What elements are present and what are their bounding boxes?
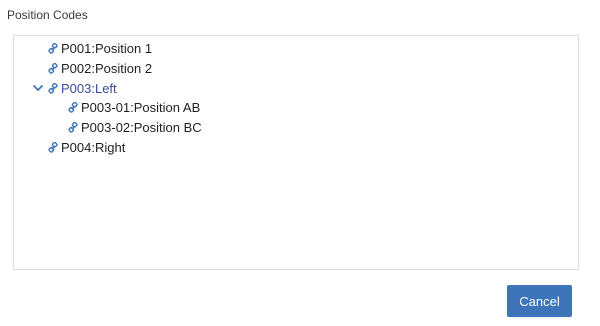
cancel-button[interactable]: Cancel xyxy=(507,285,572,317)
tree-node-p003-02[interactable]: P003-02:Position BC xyxy=(68,117,202,137)
link-icon xyxy=(68,101,78,113)
link-icon xyxy=(48,141,58,153)
tree-node-label: P003-01:Position AB xyxy=(81,99,201,115)
tree-node-label: P004:Right xyxy=(61,139,126,155)
tree-node-p001[interactable]: P001:Position 1 xyxy=(48,38,152,58)
link-icon xyxy=(48,82,58,94)
position-codes-dialog: Position Codes P001:Position 1 P002:Posi… xyxy=(0,0,600,326)
tree-node-p003-01[interactable]: P003-01:Position AB xyxy=(68,97,200,117)
tree-node-p002[interactable]: P002:Position 2 xyxy=(48,58,152,78)
tree-node-label: P003-02:Position BC xyxy=(81,119,202,135)
link-icon xyxy=(68,121,78,133)
tree-node-label: P003:Left xyxy=(61,80,117,96)
tree-node-label: P002:Position 2 xyxy=(61,60,153,76)
position-codes-label: Position Codes xyxy=(7,8,88,22)
tree-node-label: P001:Position 1 xyxy=(61,40,153,56)
tree-node-p003[interactable]: P003:Left xyxy=(48,78,117,98)
position-tree: P001:Position 1 P002:Position 2 P003:Lef… xyxy=(13,35,579,270)
link-icon xyxy=(48,42,58,54)
tree-node-p004[interactable]: P004:Right xyxy=(48,137,125,157)
link-icon xyxy=(48,62,58,74)
chevron-down-icon[interactable] xyxy=(32,82,44,94)
